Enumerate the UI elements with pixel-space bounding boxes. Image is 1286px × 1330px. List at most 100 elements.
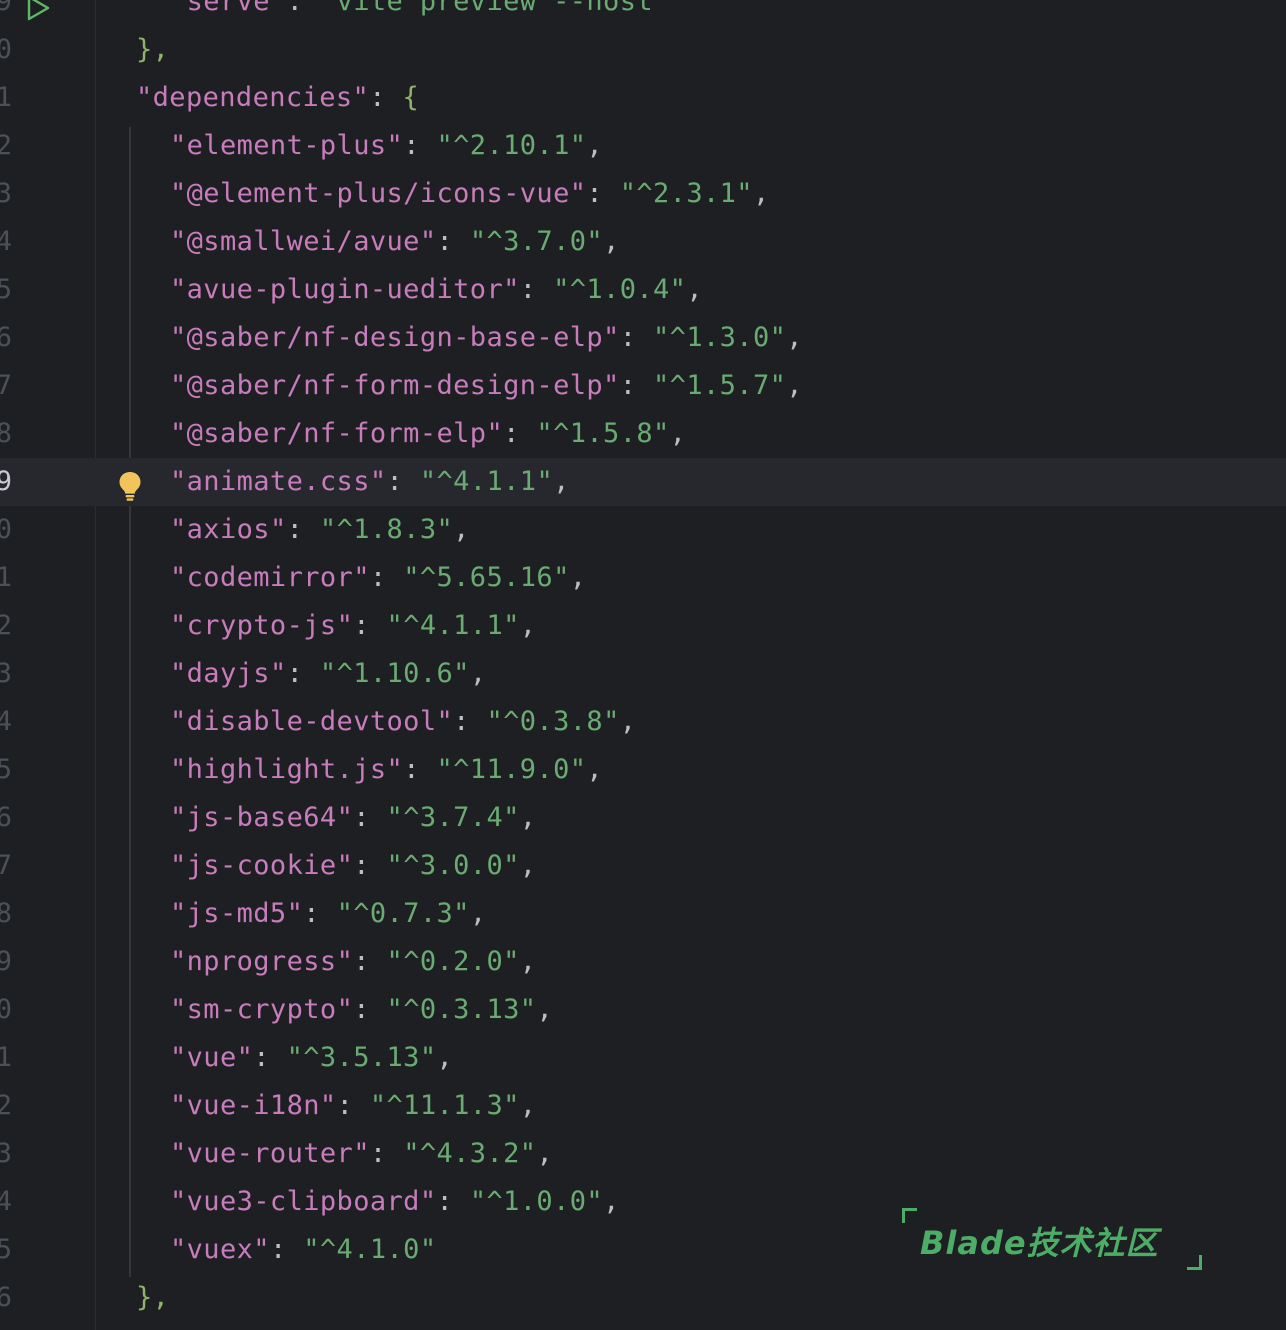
code-line[interactable]: 0},	[0, 26, 1286, 74]
code-line[interactable]: 2 "vue-i18n": "^11.1.3",	[0, 1082, 1286, 1130]
run-icon[interactable]	[24, 0, 52, 22]
quote: "	[503, 610, 520, 641]
code-line[interactable]: 8 "@saber/nf-form-elp": "^1.5.8",	[0, 410, 1286, 458]
json-key: vue	[186, 1042, 237, 1073]
closing-brace: },	[136, 1282, 170, 1313]
quote: "	[419, 466, 437, 497]
code-line[interactable]: 1 "vue": "^3.5.13",	[0, 1034, 1286, 1082]
code-line[interactable]: 6 "@saber/nf-design-base-elp": "^1.3.0",	[0, 314, 1286, 362]
code-line[interactable]: 1 "dependencies": {	[0, 74, 1286, 122]
quote: "	[170, 754, 187, 785]
quote: "	[653, 0, 670, 17]
line-number: 2	[0, 130, 12, 161]
comma: ,	[603, 1186, 620, 1217]
code-text: "axios": "^1.8.3",	[170, 506, 470, 554]
line-number: 3	[0, 1138, 12, 1169]
json-key: codemirror	[186, 562, 354, 593]
quote: "	[369, 1090, 387, 1121]
quote: "	[170, 418, 187, 449]
code-line[interactable]: 2 "element-plus": "^2.10.1",	[0, 122, 1286, 170]
comma: ,	[569, 562, 587, 593]
code-line[interactable]: 4 "@smallwei/avue": "^3.7.0",	[0, 218, 1286, 266]
quote: "	[170, 610, 187, 641]
quote: "	[586, 226, 604, 257]
code-line[interactable]: 0 "sm-crypto": "^0.3.13",	[0, 986, 1286, 1034]
quote: "	[352, 82, 370, 113]
watermark-corner-bottom-right	[1187, 1255, 1202, 1270]
json-key: @saber/nf-form-elp	[186, 418, 487, 449]
line-number: 5	[0, 1234, 12, 1265]
code-editor[interactable]: 9 "serve": "vite preview --host" 0}, 1 "depe…	[0, 0, 1286, 1330]
json-value: ^5.65.16	[419, 562, 554, 593]
code-line[interactable]: 4 "disable-devtool": "^0.3.8",	[0, 698, 1286, 746]
line-number: 3	[0, 178, 12, 209]
colon: :	[369, 82, 403, 113]
code-line[interactable]: 9 "serve": "vite preview --host"	[0, 0, 1286, 26]
quote: "	[436, 514, 454, 545]
quote: "	[170, 994, 187, 1025]
code-text: },	[136, 26, 169, 74]
lightbulb-icon[interactable]	[117, 470, 143, 502]
colon: :	[369, 1138, 404, 1169]
quote: "	[170, 178, 187, 209]
colon: :	[386, 466, 420, 497]
comma: ,	[553, 466, 570, 497]
line-number: 6	[0, 322, 12, 353]
quote: "	[453, 658, 470, 689]
colon: :	[353, 610, 387, 641]
quote: "	[769, 370, 787, 401]
quote: "	[353, 1138, 370, 1169]
colon: :	[403, 130, 437, 161]
json-key: avue-plugin-ueditor	[186, 274, 504, 305]
colon: :	[286, 514, 320, 545]
code-line[interactable]: 0 "axios": "^1.8.3",	[0, 506, 1286, 554]
code-line[interactable]: 5 "highlight.js": "^11.9.0",	[0, 746, 1286, 794]
json-value: ^4.1.1	[403, 610, 504, 641]
colon: :	[519, 274, 554, 305]
code-line[interactable]: 9 "nprogress": "^0.2.0",	[0, 938, 1286, 986]
quote: "	[170, 370, 187, 401]
comma: ,	[619, 706, 637, 737]
quote: "	[603, 370, 620, 401]
quote: "	[336, 994, 354, 1025]
code-line[interactable]: 3 "vue-router": "^4.3.2",	[0, 1130, 1286, 1178]
quote: "	[253, 1234, 270, 1265]
json-value: ^1.0.0	[486, 1186, 587, 1217]
json-value: ^11.9.0	[453, 754, 570, 785]
json-key: @element-plus/icons-vue	[186, 178, 570, 209]
code-line[interactable]: 6},	[0, 1274, 1286, 1322]
line-number: 1	[0, 562, 12, 593]
json-key: element-plus	[186, 130, 387, 161]
json-value: vite preview --host	[336, 0, 654, 17]
comma: ,	[519, 850, 537, 881]
code-line[interactable]: 8 "js-md5": "^0.7.3",	[0, 890, 1286, 938]
json-key: vue-router	[186, 1138, 354, 1169]
line-number: 9	[0, 466, 12, 497]
quote: "	[170, 130, 187, 161]
code-line[interactable]: 3 "@element-plus/icons-vue": "^2.3.1",	[0, 170, 1286, 218]
line-number: 8	[0, 898, 12, 929]
code-line[interactable]: 2 "crypto-js": "^4.1.1",	[0, 602, 1286, 650]
quote: "	[419, 226, 437, 257]
quote: "	[170, 1138, 187, 1169]
code-line[interactable]: 6 "js-base64": "^3.7.4",	[0, 794, 1286, 842]
code-line[interactable]: 9 "animate.css": "^4.1.1",	[0, 458, 1286, 506]
code-line[interactable]: 7 "@saber/nf-form-design-elp": "^1.5.7",	[0, 362, 1286, 410]
colon: :	[403, 754, 437, 785]
quote: "	[386, 994, 404, 1025]
quote: "	[286, 898, 304, 929]
line-number: 0	[0, 994, 12, 1025]
code-line[interactable]: 1 "codemirror": "^5.65.16",	[0, 554, 1286, 602]
quote: "	[436, 754, 454, 785]
json-value: ^1.5.7	[669, 370, 770, 401]
code-text: "js-md5": "^0.7.3",	[170, 890, 486, 938]
code-text: "highlight.js": "^11.9.0",	[170, 746, 603, 794]
quote: "	[569, 178, 587, 209]
colon: :	[453, 706, 487, 737]
code-line[interactable]: 7 "js-cookie": "^3.0.0",	[0, 842, 1286, 890]
quote: "	[170, 1186, 187, 1217]
json-key: serve	[186, 0, 270, 17]
code-line[interactable]: 3 "dayjs": "^1.10.6",	[0, 650, 1286, 698]
quote: "	[586, 1186, 604, 1217]
code-line[interactable]: 5 "avue-plugin-ueditor": "^1.0.4",	[0, 266, 1286, 314]
